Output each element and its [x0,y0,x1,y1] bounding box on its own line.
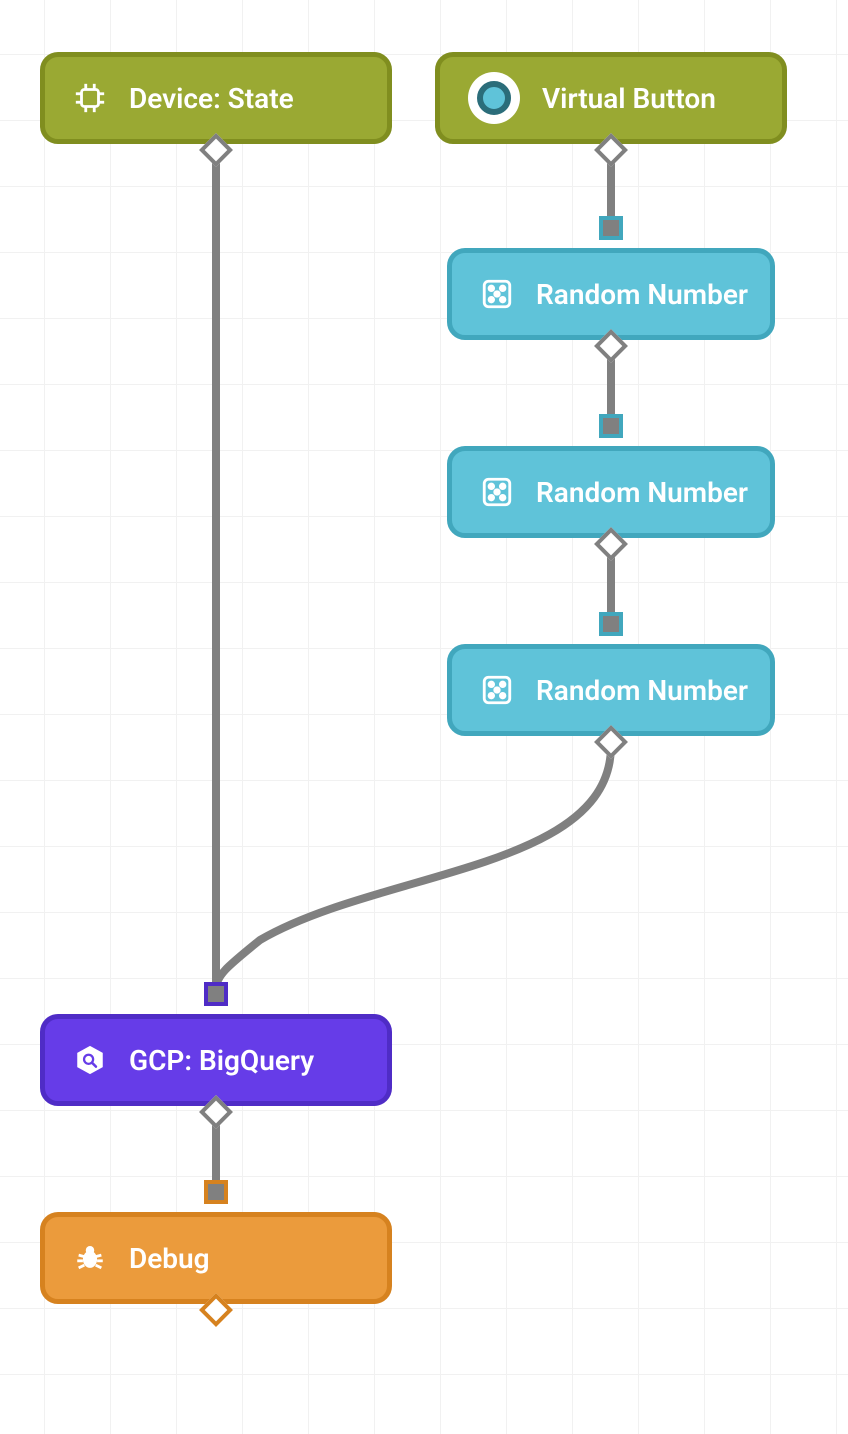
dice-icon [480,277,514,311]
node-random-number-2-label: Random Number [536,476,748,509]
node-random-number-2[interactable]: Random Number [447,446,775,538]
node-device-state-label: Device: State [129,82,294,115]
node-virtual-button[interactable]: Virtual Button [435,52,787,144]
bug-icon [73,1241,107,1275]
port-out-debug[interactable] [204,1298,228,1322]
node-debug-label: Debug [129,1242,210,1275]
dice-icon [480,673,514,707]
node-random-number-1[interactable]: Random Number [447,248,775,340]
chip-icon [73,81,107,115]
port-out-random3[interactable] [599,730,623,754]
port-in-random2[interactable] [599,414,623,438]
virtual-button-icon [468,72,520,124]
dice-icon [480,475,514,509]
port-out-virtual-button[interactable] [599,138,623,162]
port-in-random3[interactable] [599,612,623,636]
port-out-bigquery[interactable] [204,1100,228,1124]
port-out-device-state[interactable] [204,138,228,162]
port-in-debug[interactable] [204,1180,228,1204]
port-out-random2[interactable] [599,532,623,556]
node-device-state[interactable]: Device: State [40,52,392,144]
node-random-number-3-label: Random Number [536,674,748,707]
node-virtual-button-label: Virtual Button [542,82,716,115]
node-debug[interactable]: Debug [40,1212,392,1304]
bigquery-icon [73,1043,107,1077]
port-in-bigquery[interactable] [204,982,228,1006]
node-gcp-bigquery-label: GCP: BigQuery [129,1044,314,1077]
node-gcp-bigquery[interactable]: GCP: BigQuery [40,1014,392,1106]
port-out-random1[interactable] [599,334,623,358]
node-random-number-1-label: Random Number [536,278,748,311]
node-random-number-3[interactable]: Random Number [447,644,775,736]
port-in-random1[interactable] [599,216,623,240]
